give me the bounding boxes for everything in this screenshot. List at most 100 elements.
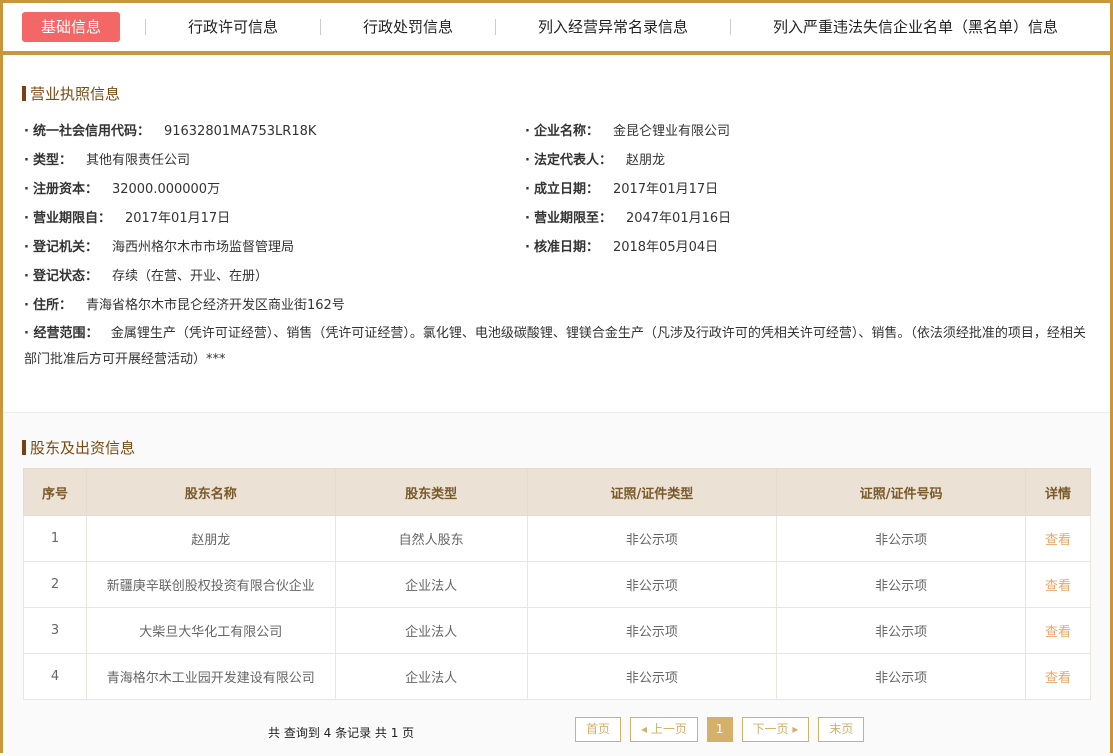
- shareholder-section: 股东及出资信息 序号 股东名称 股东类型 证照/证件类型 证照/证件号码 详情 1 赵朋龙自…: [3, 412, 1110, 756]
- info-field: · 住所： 青海省格尔木市昆仑经济开发区商业街162号: [24, 294, 345, 313]
- field-value: 海西州格尔木市市场监督管理局: [111, 240, 294, 255]
- pagination: 首页 ◂ 上一页 1 下一页 ▸ 末页: [575, 717, 873, 742]
- info-field: · 核准日期： 2018年05月04日: [525, 236, 718, 255]
- scope-label: 经营范围：: [33, 326, 99, 341]
- title-bar: [22, 86, 26, 101]
- next-page-button[interactable]: 下一页 ▸: [741, 717, 810, 742]
- info-field: · 营业期限自： 2017年01月17日: [24, 207, 230, 226]
- field-label: · 登记机关：: [24, 240, 98, 255]
- divider: [730, 19, 732, 35]
- tab-basic-info[interactable]: 基础信息: [22, 12, 120, 42]
- info-field: · 注册资本： 32000.000000万: [24, 178, 220, 197]
- column-header: 详情: [1025, 468, 1091, 516]
- column-header: 股东类型: [334, 468, 528, 516]
- table-cell: 非公示项: [526, 653, 778, 700]
- table-cell: 2: [23, 561, 87, 608]
- table-cell: 非公示项: [526, 515, 778, 562]
- table-cell: 3: [23, 607, 87, 654]
- divider: [320, 19, 322, 35]
- table-cell: 非公示项: [526, 561, 778, 608]
- field-label: · 成立日期：: [525, 182, 599, 197]
- section-title-text: 营业执照信息: [30, 85, 121, 103]
- field-value: 其他有限责任公司: [85, 153, 190, 168]
- column-header: 证照/证件号码: [776, 468, 1026, 516]
- field-label: · 法定代表人：: [525, 153, 612, 168]
- business-scope: · 经营范围： 金属锂生产（凭许可证经营）、销售（凭许可证经营）。氯化锂、电池级…: [24, 321, 1094, 373]
- info-field: · 成立日期： 2017年01月17日: [525, 178, 718, 197]
- field-label: · 类型：: [24, 153, 72, 168]
- table-cell: 企业法人: [334, 653, 528, 700]
- field-value: 91632801MA753LR18K: [163, 124, 317, 139]
- table-cell: 4: [23, 653, 87, 700]
- table-row: 3 大柴旦大华化工有限公司 企业法人 非公示项 非公示项 查看: [23, 607, 1091, 654]
- field-value: 32000.000000万: [111, 182, 221, 197]
- table-cell: 非公示项: [776, 515, 1026, 562]
- table-row: 1 赵朋龙 自然人股东 非公示项 非公示项 查看: [23, 515, 1091, 562]
- section-title: 营业执照信息: [22, 83, 120, 104]
- tab-blacklist[interactable]: 列入严重违法失信企业名单（黑名单）信息: [756, 12, 1075, 42]
- section-title: 股东及出资信息: [22, 437, 135, 458]
- field-label: · 企业名称：: [525, 124, 599, 139]
- view-details-link[interactable]: 查看: [1025, 561, 1091, 608]
- tab-admin-penalty[interactable]: 行政处罚信息: [346, 12, 470, 42]
- tab-abnormal-list[interactable]: 列入经营异常名录信息: [521, 12, 705, 42]
- first-page-button[interactable]: 首页: [575, 717, 622, 742]
- table-cell: 1: [23, 515, 87, 562]
- last-page-button[interactable]: 末页: [818, 717, 865, 742]
- field-label: · 营业期限自：: [24, 211, 111, 226]
- info-field: · 登记状态： 存续（在营、开业、在册）: [24, 265, 268, 284]
- table-cell: 非公示项: [776, 561, 1026, 608]
- field-label: · 注册资本：: [24, 182, 98, 197]
- field-value: 金昆仑锂业有限公司: [612, 124, 730, 139]
- field-value: 2047年01月16日: [625, 211, 732, 226]
- divider: [495, 19, 497, 35]
- field-value: 青海省格尔木市昆仑经济开发区商业街162号: [85, 298, 345, 313]
- field-value: 2018年05月04日: [612, 240, 719, 255]
- info-field: · 法定代表人： 赵朋龙: [525, 149, 665, 168]
- table-cell: 新疆庚辛联创股权投资有限合伙企业: [85, 561, 336, 608]
- view-details-link[interactable]: 查看: [1025, 653, 1091, 700]
- column-header: 股东名称: [85, 468, 336, 516]
- prev-page-button[interactable]: ◂ 上一页: [630, 717, 698, 742]
- field-value: 赵朋龙: [625, 153, 665, 168]
- table-cell: 赵朋龙: [85, 515, 336, 562]
- table-cell: 非公示项: [776, 653, 1026, 700]
- info-field: · 类型： 其他有限责任公司: [24, 149, 190, 168]
- field-label: · 营业期限至：: [525, 211, 612, 226]
- table-row: 2 新疆庚辛联创股权投资有限合伙企业 企业法人 非公示项 非公示项 查看: [23, 561, 1091, 608]
- info-field: · 企业名称： 金昆仑锂业有限公司: [525, 120, 730, 139]
- view-details-link[interactable]: 查看: [1025, 607, 1091, 654]
- record-count: 共 查询到 4 条记录 共 1 页: [268, 726, 415, 740]
- shareholder-table: 序号 股东名称 股东类型 证照/证件类型 证照/证件号码 详情 1 赵朋龙 自然人股东 非公示项…: [23, 468, 1091, 700]
- info-field: · 统一社会信用代码： 91632801MA753LR18K: [24, 120, 316, 139]
- table-cell: 非公示项: [776, 607, 1026, 654]
- business-license-section: 营业执照信息 · 统一社会信用代码： 91632801MA753LR18K · 企业名称…: [3, 59, 1110, 411]
- view-details-link[interactable]: 查看: [1025, 515, 1091, 562]
- table-cell: 非公示项: [526, 607, 778, 654]
- tab-bar: 基础信息 行政许可信息 行政处罚信息 列入经营异常名录信息 列入严重违法失信企业…: [3, 3, 1110, 55]
- divider: [145, 19, 146, 35]
- info-field: · 登记机关： 海西州格尔木市市场监督管理局: [24, 236, 294, 255]
- info-field: · 营业期限至： 2047年01月16日: [525, 207, 731, 226]
- table-cell: 大柴旦大华化工有限公司: [85, 607, 336, 654]
- field-label: · 经营范围：: [24, 326, 99, 341]
- field-value: 金属锂生产（凭许可证经营）、销售（凭许可证经营）。氯化锂、电池级碳酸锂、锂镁合金…: [24, 326, 1086, 367]
- table-cell: 企业法人: [334, 561, 528, 608]
- table-cell: 青海格尔木工业园开发建设有限公司: [85, 653, 336, 700]
- current-page-button[interactable]: 1: [706, 717, 733, 742]
- field-value: 存续（在营、开业、在册）: [111, 269, 268, 284]
- section-title-text: 股东及出资信息: [30, 439, 136, 457]
- field-value: 2017年01月17日: [124, 211, 231, 226]
- field-label: · 登记状态：: [24, 269, 98, 284]
- table-row: 4 青海格尔木工业园开发建设有限公司 企业法人 非公示项 非公示项 查看: [23, 653, 1091, 700]
- column-header: 证照/证件类型: [526, 468, 778, 516]
- field-label: · 统一社会信用代码：: [24, 124, 150, 139]
- field-value: 2017年01月17日: [612, 182, 719, 197]
- table-cell: 自然人股东: [334, 515, 528, 562]
- field-label: · 住所：: [24, 298, 72, 313]
- title-bar: [22, 440, 26, 455]
- tab-admin-license[interactable]: 行政许可信息: [171, 12, 295, 42]
- table-cell: 企业法人: [334, 607, 528, 654]
- page-frame: 基础信息 行政许可信息 行政处罚信息 列入经营异常名录信息 列入严重违法失信企业…: [0, 0, 1113, 756]
- field-label: · 核准日期：: [525, 240, 599, 255]
